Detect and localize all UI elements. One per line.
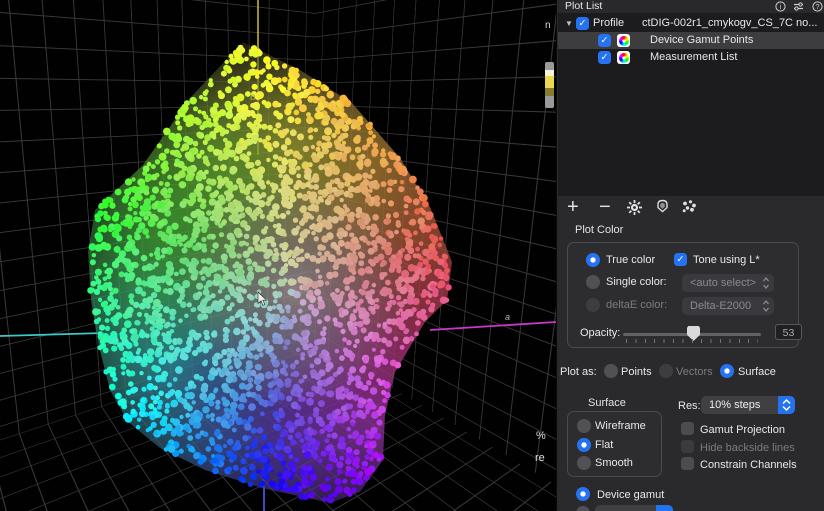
plot-color-title: Plot Color (575, 224, 623, 236)
plot-list: ▼ ✓ Profile ctDIG-002r1_cmykogv_CS_7C no… (558, 13, 824, 196)
res-label: Res: (678, 400, 701, 412)
clipped-radio[interactable] (576, 506, 590, 511)
colorthink-window: b a n % re Plot List i ? (0, 0, 824, 511)
tone-using-l-checkbox[interactable]: ✓ (674, 253, 687, 266)
opacity-value[interactable]: 53 (775, 324, 802, 340)
a-axis-label: a (505, 312, 510, 322)
clipped-legend-text: n (545, 20, 551, 31)
wireframe-label: Wireframe (595, 420, 646, 432)
disclosure-triangle-icon[interactable]: ▼ (565, 15, 573, 32)
plot-as-vectors-radio[interactable] (659, 364, 673, 378)
clipped-colorbar (545, 62, 554, 108)
tone-using-l-label: Tone using L* (693, 254, 760, 266)
opacity-label: Opacity: (580, 327, 620, 339)
item-checkbox[interactable]: ✓ (598, 51, 611, 64)
deltae-color-radio[interactable] (586, 298, 600, 312)
plot-as-points-radio[interactable] (604, 364, 618, 378)
chevron-updown-icon (762, 276, 770, 290)
b-axis-label: b (250, 92, 256, 103)
plot-as-vectors-label: Vectors (676, 366, 713, 378)
color-wheel-icon (617, 34, 630, 47)
plot-as-surface-radio[interactable] (720, 364, 734, 378)
list-item-device-gamut-points[interactable]: ✓ Device Gamut Points (558, 32, 824, 49)
clipped-dropdown[interactable] (595, 505, 673, 511)
smooth-radio[interactable] (577, 456, 591, 470)
scatter-points-icon[interactable] (681, 199, 698, 221)
filter-sliders-icon[interactable] (793, 1, 804, 12)
plot-list-panel: Plot List i ? ▼ ✓ Profile c (556, 0, 824, 511)
plot-as-label: Plot as: (560, 366, 597, 378)
gamut-projection-checkbox[interactable] (681, 422, 694, 435)
hide-backside-label: Hide backside lines (700, 442, 795, 454)
stepper-cap[interactable] (778, 396, 795, 414)
color-wheel-icon (617, 51, 630, 64)
clipped-re-text: re (535, 452, 545, 464)
panel-header: Plot List i ? (557, 0, 824, 14)
list-item-measurement-list[interactable]: ✓ Measurement List (558, 49, 824, 66)
deltae-dropdown[interactable]: Delta-E2000 (682, 297, 774, 315)
constrain-channels-checkbox[interactable] (681, 457, 694, 470)
surface-mode-group: Wireframe Flat Smooth (567, 411, 662, 477)
single-color-label: Single color: (606, 276, 667, 288)
plot-color-group: True color ✓ Tone using L* Single color:… (567, 242, 799, 348)
plot-as-surface-label: Surface (738, 366, 776, 378)
gamut-3d-viewport[interactable]: b a n % re (0, 0, 556, 511)
remove-button[interactable]: − (599, 197, 611, 219)
plot-as-points-label: Points (621, 366, 652, 378)
profile-checkbox[interactable]: ✓ (576, 17, 589, 30)
profile-label: Profile (593, 15, 624, 32)
deltae-color-label: deltaE color: (606, 299, 667, 311)
single-color-dropdown[interactable]: <auto select> (682, 274, 774, 292)
svg-text:?: ? (815, 2, 819, 11)
stepper-cap[interactable] (656, 505, 673, 511)
device-gamut-radio[interactable] (576, 487, 590, 501)
res-dropdown[interactable]: 10% steps (701, 396, 795, 414)
single-color-radio[interactable] (586, 275, 600, 289)
gamut-point-cloud: b a (0, 0, 556, 511)
surface-title: Surface (588, 397, 626, 409)
add-button[interactable]: + (567, 197, 579, 219)
clipped-percent-text: % (536, 430, 546, 442)
gamut-projection-label: Gamut Projection (700, 424, 785, 436)
item-label: Measurement List (650, 49, 737, 66)
probe-pin-icon[interactable] (654, 199, 671, 221)
device-gamut-label: Device gamut (597, 489, 664, 501)
chevron-updown-icon (781, 398, 792, 412)
help-icon[interactable]: ? (812, 1, 823, 12)
chevron-updown-icon (762, 299, 770, 313)
item-checkbox[interactable]: ✓ (598, 34, 611, 47)
flat-radio[interactable] (577, 438, 591, 452)
hide-backside-checkbox[interactable] (681, 440, 694, 453)
opacity-slider-ticks (626, 339, 758, 343)
info-icon[interactable]: i (775, 1, 786, 12)
smooth-label: Smooth (595, 457, 633, 469)
flat-label: Flat (595, 439, 613, 451)
item-label: Device Gamut Points (650, 32, 753, 49)
profile-name: ctDIG-002r1_cmykogv_CS_7C no... (642, 15, 817, 32)
true-color-label: True color (606, 254, 655, 266)
panel-title: Plot List (565, 0, 602, 13)
settings-gear-icon[interactable] (626, 199, 643, 221)
constrain-channels-label: Constrain Channels (700, 459, 797, 471)
wireframe-radio[interactable] (577, 419, 591, 433)
true-color-radio[interactable] (586, 253, 600, 267)
profile-row[interactable]: ▼ ✓ Profile ctDIG-002r1_cmykogv_CS_7C no… (558, 15, 824, 32)
svg-text:i: i (780, 4, 782, 11)
